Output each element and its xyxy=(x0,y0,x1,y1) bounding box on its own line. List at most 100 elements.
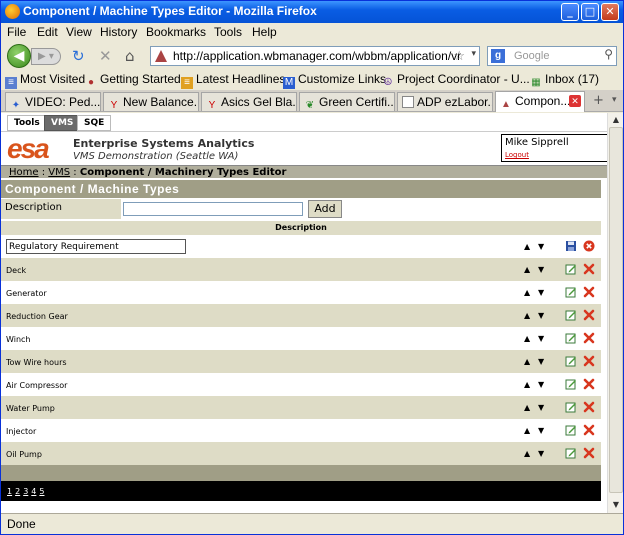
tab-list-icon[interactable]: ▾ xyxy=(612,95,617,105)
app-tab-vms[interactable]: VMS xyxy=(44,115,81,131)
add-button[interactable]: Add xyxy=(308,200,342,218)
delete-icon[interactable] xyxy=(583,424,595,436)
edit-description-input[interactable] xyxy=(6,239,186,254)
move-down-icon[interactable]: ▼ xyxy=(538,265,544,274)
move-up-icon[interactable]: ▲ xyxy=(524,242,530,251)
tab-green-cert[interactable]: ❦ Green Certifi... xyxy=(299,92,395,111)
delete-icon[interactable] xyxy=(583,401,595,413)
user-box: Mike Sipprell Logout xyxy=(501,134,607,162)
menu-help[interactable]: Help xyxy=(252,25,277,39)
search-icon[interactable]: ⚲ xyxy=(604,47,613,61)
edit-icon[interactable] xyxy=(565,332,577,344)
page-link[interactable]: 4 xyxy=(31,487,36,496)
move-down-icon[interactable]: ▼ xyxy=(538,449,544,458)
edit-icon[interactable] xyxy=(565,378,577,390)
page-link[interactable]: 2 xyxy=(15,487,20,496)
move-down-icon[interactable]: ▼ xyxy=(538,357,544,366)
menu-bookmarks[interactable]: Bookmarks xyxy=(146,25,206,39)
menu-bar: File Edit View History Bookmarks Tools H… xyxy=(1,23,623,41)
logout-link[interactable]: Logout xyxy=(505,151,607,159)
bookmark-customize-links[interactable]: M Customize Links xyxy=(283,72,386,89)
delete-icon[interactable] xyxy=(583,378,595,390)
move-down-icon[interactable]: ▼ xyxy=(538,334,544,343)
vertical-scrollbar[interactable]: ▲ ▼ xyxy=(607,113,623,513)
breadcrumb-vms[interactable]: VMS xyxy=(48,167,70,178)
move-down-icon[interactable]: ▼ xyxy=(538,426,544,435)
home-icon[interactable]: ⌂ xyxy=(125,48,135,64)
edit-icon[interactable] xyxy=(565,286,577,298)
cancel-icon[interactable] xyxy=(583,240,595,252)
close-button[interactable]: ✕ xyxy=(601,3,619,21)
edit-icon[interactable] xyxy=(565,424,577,436)
tab-new-balance[interactable]: Y New Balance... xyxy=(103,92,199,111)
bookmark-inbox[interactable]: ▦ Inbox (17) xyxy=(530,72,599,89)
back-button[interactable]: ◀ xyxy=(7,44,31,68)
bookmark-getting-started[interactable]: ● Getting Started xyxy=(85,72,181,89)
edit-icon[interactable] xyxy=(565,355,577,367)
menu-history[interactable]: History xyxy=(100,25,137,39)
url-bar[interactable]: http://application.wbmanager.com/wbbm/ap… xyxy=(150,46,480,66)
edit-icon[interactable] xyxy=(565,263,577,275)
page-link[interactable]: 1 xyxy=(7,487,12,496)
maximize-button[interactable]: □ xyxy=(581,3,599,21)
app-tab-sqe[interactable]: SQE xyxy=(77,115,112,131)
move-up-icon[interactable]: ▲ xyxy=(524,449,530,458)
search-box[interactable]: g Google ⚲ xyxy=(487,46,617,66)
tab-video[interactable]: ✦ VIDEO: Ped... xyxy=(5,92,101,111)
menu-tools[interactable]: Tools xyxy=(214,25,242,39)
tab-adp[interactable]: ADP ezLabor... xyxy=(397,92,493,111)
title-bar: Component / Machine Types Editor - Mozil… xyxy=(1,1,623,23)
move-up-icon[interactable]: ▲ xyxy=(524,403,530,412)
tab-component-editor[interactable]: ▲ Compon... ✕ xyxy=(495,91,585,112)
page-link[interactable]: 3 xyxy=(23,487,28,496)
scroll-down-icon[interactable]: ▼ xyxy=(610,499,622,511)
stop-icon[interactable]: ✕ xyxy=(99,48,112,64)
bookmark-most-visited[interactable]: ≡ Most Visited xyxy=(5,72,85,89)
firefox-icon xyxy=(5,4,20,19)
description-input[interactable] xyxy=(123,202,303,216)
save-icon[interactable] xyxy=(565,240,577,252)
delete-icon[interactable] xyxy=(583,309,595,321)
move-up-icon[interactable]: ▲ xyxy=(524,334,530,343)
move-up-icon[interactable]: ▲ xyxy=(524,311,530,320)
move-up-icon[interactable]: ▲ xyxy=(524,265,530,274)
minimize-button[interactable]: _ xyxy=(561,3,579,21)
delete-icon[interactable] xyxy=(583,447,595,459)
forward-button[interactable]: ▶ ▾ xyxy=(31,48,61,65)
menu-edit[interactable]: Edit xyxy=(37,25,58,39)
page-link[interactable]: 5 xyxy=(39,487,44,496)
move-down-icon[interactable]: ▼ xyxy=(538,403,544,412)
move-down-icon[interactable]: ▼ xyxy=(538,311,544,320)
delete-icon[interactable] xyxy=(583,355,595,367)
scroll-up-icon[interactable]: ▲ xyxy=(610,114,622,126)
app-tab-tools[interactable]: Tools xyxy=(7,115,47,131)
bookmark-star-icon[interactable]: ☆ xyxy=(453,48,465,64)
new-tab-icon[interactable]: + xyxy=(593,93,604,108)
scroll-thumb[interactable] xyxy=(609,127,623,493)
tab-asics[interactable]: Y Asics Gel Bla... xyxy=(201,92,297,111)
breadcrumb-home[interactable]: Home xyxy=(9,167,39,178)
google-icon[interactable]: g xyxy=(491,49,505,63)
move-up-icon[interactable]: ▲ xyxy=(524,380,530,389)
delete-icon[interactable] xyxy=(583,263,595,275)
url-dropdown-icon[interactable]: ▾ xyxy=(471,48,476,59)
bookmark-project-coordinator[interactable]: ☮ Project Coordinator - U... xyxy=(382,72,530,89)
reload-icon[interactable]: ↻ xyxy=(72,48,85,64)
edit-icon[interactable] xyxy=(565,309,577,321)
bookmark-latest-headlines[interactable]: ≡ Latest Headlines xyxy=(181,72,285,89)
menu-view[interactable]: View xyxy=(66,25,92,39)
edit-icon[interactable] xyxy=(565,401,577,413)
tab-close-icon[interactable]: ✕ xyxy=(569,95,581,107)
menu-file[interactable]: File xyxy=(7,25,26,39)
edit-icon[interactable] xyxy=(565,447,577,459)
delete-icon[interactable] xyxy=(583,332,595,344)
move-up-icon[interactable]: ▲ xyxy=(524,357,530,366)
move-up-icon[interactable]: ▲ xyxy=(524,288,530,297)
move-down-icon[interactable]: ▼ xyxy=(538,242,544,251)
table-row: Tow Wire hours ▲ ▼ xyxy=(1,350,601,373)
delete-icon[interactable] xyxy=(583,286,595,298)
move-up-icon[interactable]: ▲ xyxy=(524,426,530,435)
move-down-icon[interactable]: ▼ xyxy=(538,380,544,389)
move-down-icon[interactable]: ▼ xyxy=(538,288,544,297)
company-name: Enterprise Systems Analytics xyxy=(73,137,255,150)
